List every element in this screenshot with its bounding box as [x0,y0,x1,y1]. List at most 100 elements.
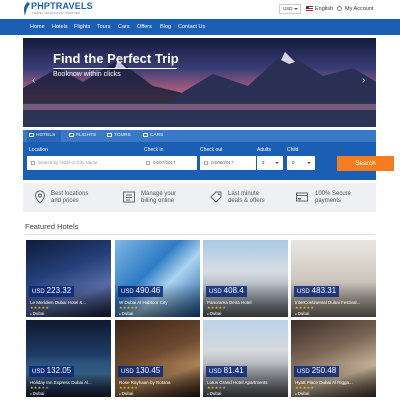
hotel-card[interactable]: USD 483.31 InterContinental Dubai Festival… [291,240,376,317]
hotel-price: USD 130.45 [118,366,164,377]
hotel-price: USD 483.31 [294,286,340,297]
feature-deals: Last minute deals & offers [228,191,265,205]
features-strip: Best locations and prices Manage your bill… [23,183,376,212]
currency-select[interactable]: USD [279,4,301,14]
feature-line: and prices [51,198,79,204]
chevron-right-icon[interactable]: › [362,76,365,86]
user-icon [337,6,342,11]
hotel-price: USD 81.41 [206,366,247,377]
hotel-location: ● Dubai [207,311,221,316]
hotel-location: ● Dubai [119,391,133,396]
brand-logo[interactable]: PHPTRAVELS TRAVEL TECHNOLOGY PARTNER [22,1,93,18]
hotel-currency: USD [297,369,310,375]
search-icon [31,161,35,165]
chevron-down-icon [294,8,298,10]
adults-value: 2 [262,160,265,165]
hotel-currency: USD [32,289,45,295]
star-icon: ★ [310,385,314,390]
account-label: My Account [345,6,374,12]
nav-blog[interactable]: Blog [160,19,171,35]
tab-flights[interactable]: FLIGHTS [67,130,101,142]
hotel-location: ● Dubai [295,311,309,316]
hero-slider: Find the Perfect Trip Booknow within cli… [23,38,376,127]
nav-flights[interactable]: Flights [74,19,90,35]
hotel-card[interactable]: USD 490.46 W Dubai Al Habtoor City ★★★★★ ● D… [115,240,200,317]
checkin-input[interactable]: 04/07/2017 [142,156,197,170]
hotel-price-amount: 490.46 [135,286,161,295]
language-selector[interactable]: English [306,5,333,14]
hotel-location-text: Dubai [32,311,45,316]
tab-cars-label: CARS [150,133,164,138]
feature-secure: 100% Secure payments [315,191,351,205]
child-value: 0 [292,160,295,165]
hotel-card[interactable]: USD 130.45 Rose Rayhaan by Rotana ★★★★★ ● Du… [115,320,200,397]
language-label: English [315,6,334,12]
hotel-card[interactable]: USD 81.41 Lotus Grand Hotel Apartments ★★★★… [203,320,288,397]
tab-cars[interactable]: CARS [141,130,169,142]
feature-line: deals & offers [228,198,265,204]
hotel-price-amount: 132.05 [46,366,72,375]
checkout-value: 04/08/2017 [211,160,234,165]
logo-mark-icon [24,2,30,16]
hotel-card[interactable]: USD 132.05 Holiday Inn Express Dubai Al...… [26,320,111,397]
section-divider [25,234,375,235]
hotel-card[interactable]: USD 223.32 Le Meridien Dubai Hotel &... ★★★… [26,240,111,317]
star-icon: ★ [45,385,49,390]
hotel-price: USD 490.46 [118,286,164,297]
nav-hotels[interactable]: Hotels [52,19,68,35]
child-label: Child [287,147,299,153]
hotel-location-text: Dubai [121,311,134,316]
brand-title: PHPTRAVELS [31,1,93,11]
top-bar: PHPTRAVELS TRAVEL TECHNOLOGY PARTNER USD… [0,0,400,19]
checkin-value: 04/07/2017 [153,160,176,165]
hero-title: Find the Perfect Trip [53,51,179,66]
star-icon: ★ [134,305,138,310]
hotel-price: USD 408.4 [206,286,247,297]
search-tabs: HOTELS FLIGHTS TOURS CARS [23,130,376,142]
child-select[interactable]: 0 [287,156,315,170]
hotel-price-amount: 223.32 [46,286,72,295]
hotel-currency: USD [297,289,310,295]
car-icon [143,133,148,137]
hotel-currency: USD [209,289,222,295]
location-label: Location [29,147,48,153]
tab-hotels[interactable]: HOTELS [27,130,61,142]
nav-tours[interactable]: Tours [97,19,110,35]
hotel-currency: USD [32,369,45,375]
hotel-price: USD 132.05 [29,366,75,377]
hotel-card[interactable]: USD 250.48 Hyatt Place Dubai Al Rigga... ★★… [291,320,376,397]
chevron-left-icon[interactable]: ‹ [32,76,35,86]
hotel-price-amount: 81.41 [223,366,244,375]
tab-flights-label: FLIGHTS [76,133,97,138]
nav-home[interactable]: Home [30,19,45,35]
hotel-currency: USD [209,369,222,375]
search-button[interactable]: Search [337,156,394,171]
hotel-location-text: Dubai [32,391,45,396]
hotel-star-rating: ★★★★★ [295,305,314,310]
hotel-star-rating: ★★★★★ [30,385,49,390]
feature-line: billing online [141,198,175,204]
calendar-icon [204,161,208,165]
checkout-input[interactable]: 04/08/2017 [200,156,256,170]
hotel-star-rating: ★★★★★ [30,305,49,310]
deals-tag-icon [210,191,222,203]
hotel-star-rating: ★★★★★ [207,385,226,390]
nav-contact-us[interactable]: Contact Us [178,19,205,35]
nav-offers[interactable]: Offers [137,19,152,35]
nav-cars[interactable]: Cars [118,19,130,35]
feature-billing: Manage your billing online [141,191,176,205]
hotel-location-text: Dubai [297,311,310,316]
my-account-link[interactable]: My Account [337,5,373,14]
location-placeholder: Search by Hotel or City Name [38,160,98,165]
hotel-icon [29,133,34,137]
hotel-search-form: Location Search by Hotel or City Name Ch… [23,142,394,180]
calendar-icon [146,161,150,165]
hotel-location: ● Dubai [30,311,44,316]
feature-locations: Best locations and prices [51,191,88,205]
tab-tours[interactable]: TOURS [105,130,135,142]
feature-line: Last minute [228,191,260,197]
hotel-card[interactable]: USD 408.4 Panorama Deira Hotel ★★★★★ ● Dubai [203,240,288,317]
us-flag-icon [306,6,313,11]
adults-select[interactable]: 2 [257,156,283,170]
plane-icon [69,133,74,137]
